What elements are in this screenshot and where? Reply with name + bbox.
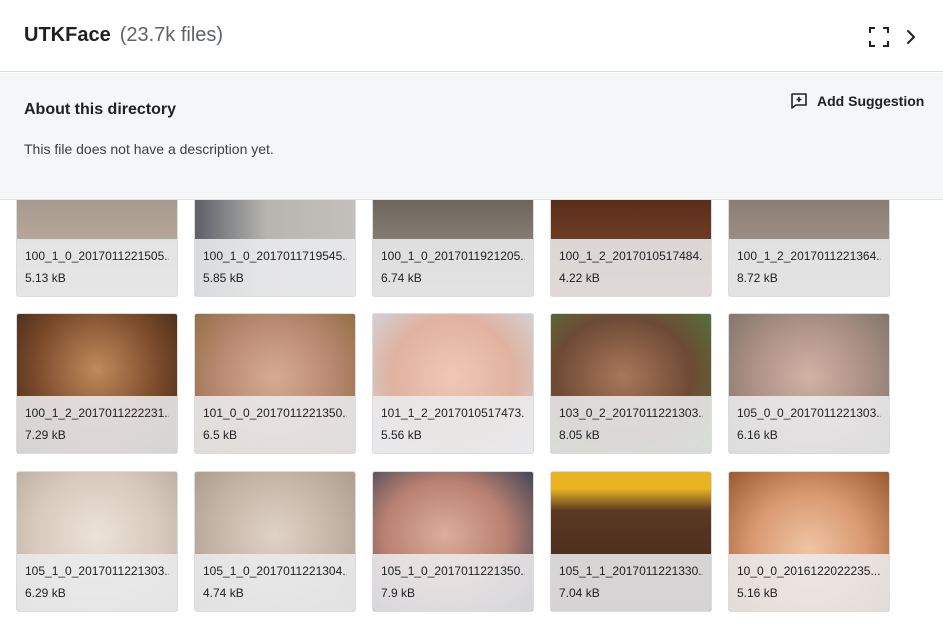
file-tile[interactable]: 105_1_0_2017011221303... 6.29 kB [16,471,178,612]
file-tile[interactable]: 100_1_2_2017011221364... 8.72 kB [728,200,890,297]
file-tile[interactable]: 100_1_2_2017010517484... 4.22 kB [550,200,712,297]
file-tile[interactable]: 101_0_0_2017011221350... 6.5 kB [194,313,356,454]
file-caption: 100_1_2_2017011221364... 8.72 kB [729,239,889,296]
file-size: 5.85 kB [203,271,244,285]
file-size: 6.74 kB [381,271,422,285]
file-caption: 100_1_2_2017010517484... 4.22 kB [551,239,711,296]
file-caption: 10_0_0_2016122022235... 5.16 kB [729,554,889,611]
file-tile[interactable]: 100_1_0_2017011221505... 5.13 kB [16,200,178,297]
fullscreen-icon[interactable] [868,26,890,48]
file-caption: 105_1_0_2017011221350... 7.9 kB [373,554,533,611]
file-name: 105_1_1_2017011221330... [559,564,703,578]
file-name: 101_0_0_2017011221350... [203,406,347,420]
file-tile[interactable]: 101_1_2_2017010517473... 5.56 kB [372,313,534,454]
file-name: 105_1_0_2017011221350... [381,564,525,578]
about-title: About this directory [24,101,177,118]
file-name: 105_1_0_2017011221304... [203,564,347,578]
file-size: 6.16 kB [737,428,778,442]
file-grid: 100_1_0_2017011221505... 5.13 kB 100_1_0… [0,200,943,624]
file-tile[interactable]: 100_1_0_2017011719545... 5.85 kB [194,200,356,297]
file-size: 6.29 kB [25,586,66,600]
file-tile[interactable]: 10_0_0_2016122022235... 5.16 kB [728,471,890,612]
file-name: 100_1_0_2017011719545... [203,249,347,263]
file-caption: 101_1_2_2017010517473... 5.56 kB [373,396,533,453]
file-caption: 105_1_1_2017011221330... 7.04 kB [551,554,711,611]
file-caption: 100_1_0_2017011221505... 5.13 kB [17,239,177,296]
file-caption: 105_1_0_2017011221304... 4.74 kB [195,554,355,611]
dataset-header: UTKFace (23.7k files) [0,0,943,72]
file-caption: 100_1_0_2017011719545... 5.85 kB [195,239,355,296]
file-size: 7.29 kB [25,428,66,442]
file-name: 100_1_2_2017010517484... [559,249,703,263]
file-size: 7.9 kB [381,586,416,600]
file-caption: 105_0_0_2017011221303... 6.16 kB [729,396,889,453]
file-size: 4.22 kB [559,271,600,285]
file-tile[interactable]: 105_1_1_2017011221330... 7.04 kB [550,471,712,612]
file-count: (23.7k files) [119,24,224,46]
file-size: 8.05 kB [559,428,600,442]
file-size: 4.74 kB [203,586,244,600]
about-description: This file does not have a description ye… [24,141,274,157]
add-suggestion-icon [791,93,807,109]
file-size: 5.13 kB [25,271,66,285]
file-name: 103_0_2_2017011221303... [559,406,703,420]
add-suggestion-label: Add Suggestion [817,93,925,109]
file-name: 105_0_0_2017011221303... [737,406,881,420]
file-size: 5.16 kB [737,586,778,600]
chevron-right-icon[interactable] [902,26,920,48]
file-caption: 100_1_2_2017011222231... 7.29 kB [17,396,177,453]
file-size: 7.04 kB [559,586,600,600]
file-size: 6.5 kB [203,428,238,442]
file-tile[interactable]: 100_1_0_2017011921205... 6.74 kB [372,200,534,297]
file-tile[interactable]: 105_1_0_2017011221304... 4.74 kB [194,471,356,612]
file-name: 10_0_0_2016122022235... [737,564,881,578]
file-tile[interactable]: 105_1_0_2017011221350... 7.9 kB [372,471,534,612]
file-tile[interactable]: 103_0_2_2017011221303... 8.05 kB [550,313,712,454]
file-size: 5.56 kB [381,428,422,442]
file-caption: 103_0_2_2017011221303... 8.05 kB [551,396,711,453]
file-caption: 105_1_0_2017011221303... 6.29 kB [17,554,177,611]
file-name: 105_1_0_2017011221303... [25,564,169,578]
about-directory-panel: About this directory This file does not … [0,73,943,200]
file-name: 101_1_2_2017010517473... [381,406,525,420]
file-caption: 100_1_0_2017011921205... 6.74 kB [373,239,533,296]
file-name: 100_1_2_2017011222231... [25,406,169,420]
file-tile[interactable]: 105_0_0_2017011221303... 6.16 kB [728,313,890,454]
dataset-title: UTKFace [24,24,111,46]
file-tile[interactable]: 100_1_2_2017011222231... 7.29 kB [16,313,178,454]
file-name: 100_1_2_2017011221364... [737,249,881,263]
file-size: 8.72 kB [737,271,778,285]
file-name: 100_1_0_2017011221505... [25,249,169,263]
add-suggestion-button[interactable]: Add Suggestion [790,92,924,110]
file-caption: 101_0_0_2017011221350... 6.5 kB [195,396,355,453]
file-name: 100_1_0_2017011921205... [381,249,525,263]
